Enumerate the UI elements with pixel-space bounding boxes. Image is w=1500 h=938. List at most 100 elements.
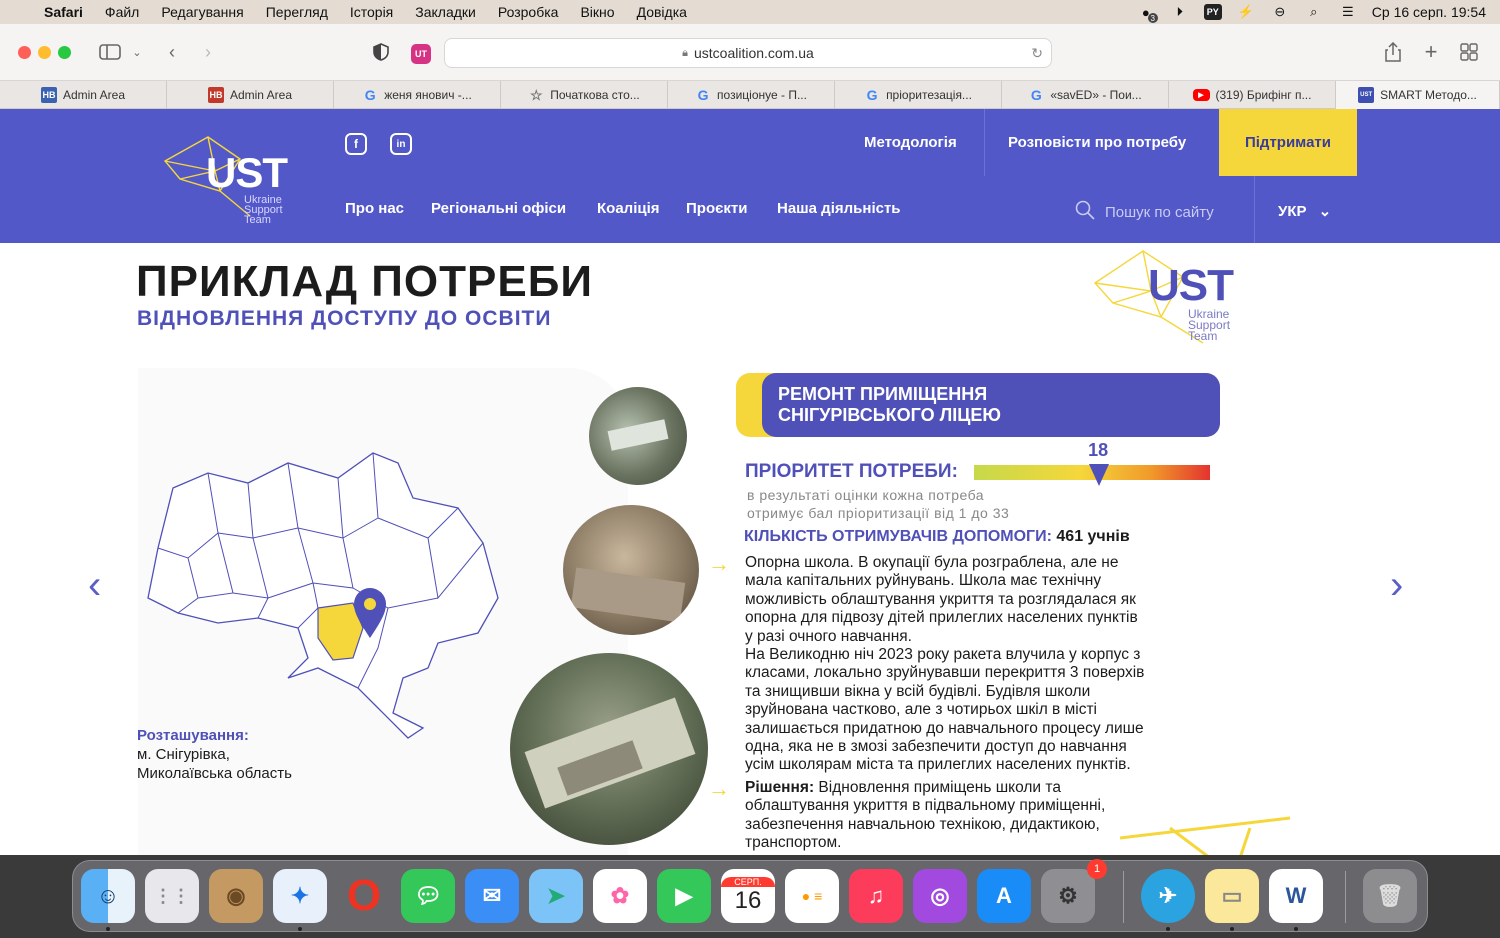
dock: ☺ ⋮⋮ ◉ ✦ O 💬︎ ✉ ➤ ✿ ▶ СЕРП. 16 ● ≡ ♫ ◎ A… [72, 859, 1428, 932]
back-button[interactable]: ‹ [162, 38, 182, 66]
browser-tab[interactable]: UST SMART Методо... [1336, 81, 1500, 109]
telegram-icon[interactable]: ✈ [1141, 869, 1195, 923]
google-icon: G [697, 87, 709, 103]
control-center-icon[interactable]: ☰ [1338, 4, 1358, 20]
language-selector[interactable]: УКР ⌄ [1278, 202, 1331, 220]
need-title-card: РЕМОНТ ПРИМІЩЕННЯ СНІГУРІВСЬКОГО ЛІЦЕЮ [736, 373, 1220, 437]
messages-icon[interactable]: 💬︎ [401, 869, 455, 923]
ust-extension-icon[interactable]: UT [411, 44, 431, 64]
keyboard-layout-icon[interactable]: PY [1203, 4, 1222, 20]
ust-logo[interactable]: UST Ukraine Support Team [160, 131, 300, 226]
description-line: у разі очного навчання. [745, 627, 912, 645]
nav-report-need[interactable]: Розповісти про потребу [1008, 134, 1186, 151]
link-icon[interactable]: ⊖ [1270, 4, 1290, 20]
photos-icon[interactable]: ✿ [593, 869, 647, 923]
dock-separator [1345, 871, 1346, 923]
trash-icon[interactable]: 🗑︎ [1363, 869, 1417, 923]
finder-icon[interactable]: ☺ [81, 869, 135, 923]
menu-view[interactable]: Перегляд [255, 4, 339, 20]
browser-tab[interactable]: HB Admin Area [0, 81, 167, 109]
menu-window[interactable]: Вікно [569, 4, 625, 20]
running-indicator [106, 927, 110, 931]
app-store-icon[interactable]: A [977, 869, 1031, 923]
chevron-down-icon[interactable]: ⌄ [130, 38, 144, 66]
menu-edit[interactable]: Редагування [150, 4, 254, 20]
zoom-window-button[interactable] [58, 46, 71, 59]
browser-tab[interactable]: ☆ Початкова сто... [501, 81, 668, 109]
new-tab-icon[interactable]: + [1420, 38, 1442, 66]
battery-icon[interactable]: ⚡ [1236, 4, 1256, 20]
tab-label: Початкова сто... [550, 88, 640, 102]
site-search[interactable]: Пошук по сайту [1075, 200, 1214, 224]
running-indicator [1294, 927, 1298, 931]
notes-icon[interactable]: ▭ [1205, 869, 1259, 923]
slider-next-button[interactable]: › [1390, 563, 1403, 608]
photo-debris [570, 567, 686, 623]
nav-about[interactable]: Про нас [345, 200, 404, 217]
nav-coalition[interactable]: Коаліція [597, 200, 660, 217]
play-icon[interactable]: ⏵ [1170, 4, 1190, 20]
address-bar[interactable]: 🔒︎ ustcoalition.com.ua ↻ [444, 38, 1052, 68]
forward-button[interactable]: › [198, 38, 218, 66]
facetime-icon[interactable]: ▶ [657, 869, 711, 923]
maps-icon[interactable]: ➤ [529, 869, 583, 923]
nav-methodology[interactable]: Методологія [864, 134, 957, 151]
reload-icon[interactable]: ↻ [1031, 45, 1043, 62]
system-settings-icon[interactable]: ⚙ [1041, 869, 1095, 923]
menu-file[interactable]: Файл [94, 4, 150, 20]
divider [1254, 176, 1255, 243]
calendar-icon[interactable]: СЕРП. 16 [721, 869, 775, 923]
menu-develop[interactable]: Розробка [487, 4, 570, 20]
contacts-icon[interactable]: ◉ [209, 869, 263, 923]
priority-note-line: отримує бал пріоритизації від 1 до 33 [747, 505, 1010, 521]
reminders-icon[interactable]: ● ≡ [785, 869, 839, 923]
arrow-right-icon: → [708, 551, 730, 576]
slider-content: ПРИКЛАД ПОТРЕБИ ВІДНОВЛЕННЯ ДОСТУПУ ДО О… [0, 243, 1500, 855]
google-icon: G [866, 87, 878, 103]
logo-sub-line: Team [1188, 329, 1218, 343]
menu-history[interactable]: Історія [339, 4, 404, 20]
photo-building [607, 419, 669, 451]
music-icon[interactable]: ♫ [849, 869, 903, 923]
school-aerial-photo-small [589, 387, 687, 485]
browser-tab[interactable]: ▶ (319) Брифінг п... [1169, 81, 1336, 109]
mail-icon[interactable]: ✉ [465, 869, 519, 923]
browser-tab[interactable]: G «savED» - Пои... [1002, 81, 1169, 109]
minimize-window-button[interactable] [38, 46, 51, 59]
menubar-datetime[interactable]: Ср 16 серп. 19:54 [1372, 4, 1486, 20]
solution-line: Відновлення приміщень школи та [814, 779, 1061, 796]
nav-activities[interactable]: Наша діяльність [777, 200, 901, 217]
search-icon[interactable]: ⌕ [1304, 4, 1324, 20]
nav-regional-offices[interactable]: Регіональні офіси [431, 200, 566, 217]
close-window-button[interactable] [18, 46, 31, 59]
slider-prev-button[interactable]: ‹ [88, 563, 101, 608]
priority-note: в результаті оцінки кожна потреба отриму… [747, 486, 1009, 522]
location-label: Розташування: [137, 727, 249, 744]
podcasts-icon[interactable]: ◎ [913, 869, 967, 923]
facebook-icon[interactable]: f [345, 133, 367, 155]
menu-safari[interactable]: Safari [44, 4, 94, 20]
word-icon[interactable]: W [1269, 869, 1323, 923]
tab-overview-icon[interactable] [1458, 38, 1480, 66]
creative-cloud-icon[interactable]: ● 3 [1136, 4, 1158, 23]
site-header: UST Ukraine Support Team f in Методологі… [0, 109, 1500, 243]
browser-tab[interactable]: Gпозиціонуе - П... [668, 81, 835, 109]
divider [984, 109, 985, 176]
privacy-shield-icon[interactable] [370, 38, 392, 66]
browser-tab[interactable]: Gженя янович -... [334, 81, 501, 109]
slide-title: ПРИКЛАД ПОТРЕБИ [136, 257, 593, 306]
safari-icon[interactable]: ✦ [273, 869, 327, 923]
launchpad-icon[interactable]: ⋮⋮ [145, 869, 199, 923]
menu-help[interactable]: Довідка [626, 4, 698, 20]
nav-projects[interactable]: Проєкти [686, 200, 747, 217]
browser-tab[interactable]: Gпріоритезація... [835, 81, 1002, 109]
share-icon[interactable] [1382, 38, 1404, 66]
logo-mark: UST [206, 149, 288, 196]
menu-bookmarks[interactable]: Закладки [404, 4, 487, 20]
opera-icon[interactable]: O [337, 869, 391, 923]
linkedin-icon[interactable]: in [390, 133, 412, 155]
support-button[interactable]: Підтримати [1219, 109, 1357, 176]
sidebar-icon[interactable] [98, 38, 122, 66]
running-indicator [1166, 927, 1170, 931]
browser-tab[interactable]: HB Admin Area [167, 81, 334, 109]
